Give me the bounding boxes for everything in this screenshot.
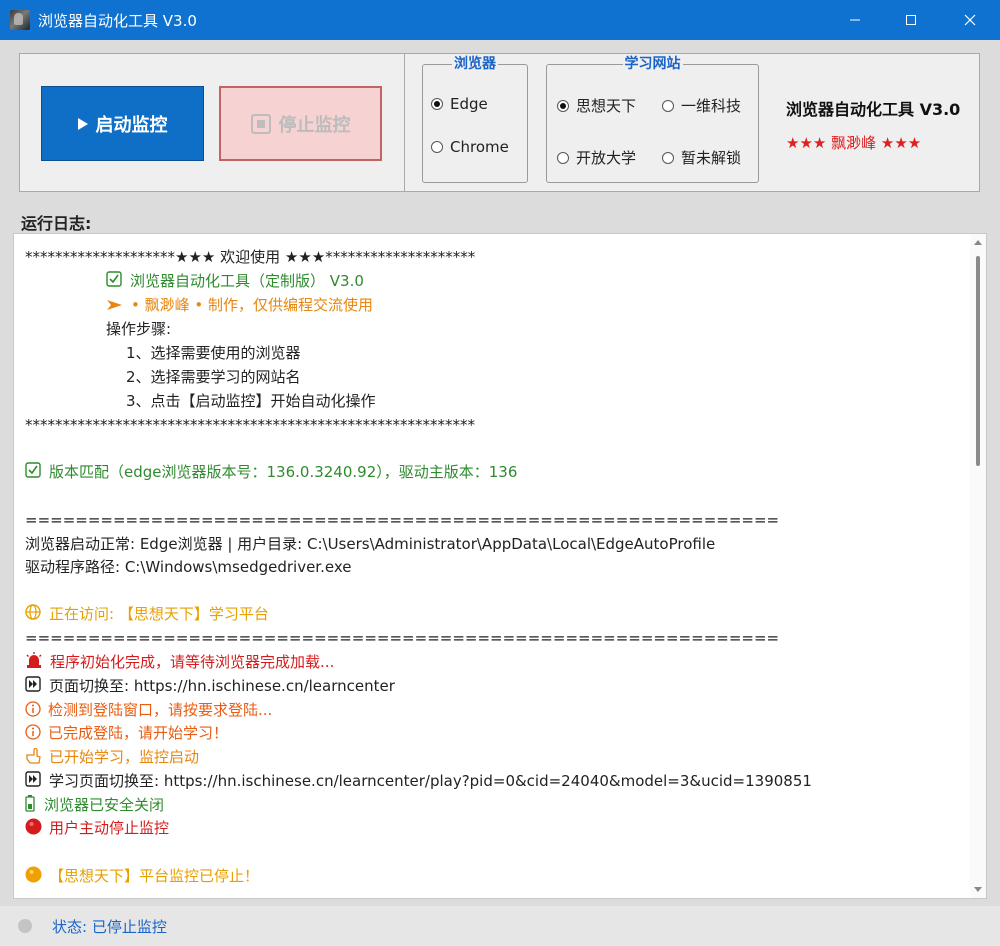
log-line: 操作步骤:: [106, 320, 172, 338]
app-icon: [10, 10, 30, 30]
start-monitor-label: 启动监控: [95, 114, 168, 136]
log-line: ********************★★★ 欢迎使用 ★★★********…: [25, 248, 476, 266]
radio-unselected-icon: [557, 151, 569, 164]
status-indicator-icon: [18, 919, 32, 933]
site-group: 学习网站 思想天下 一维科技 开放大学 暂未解锁: [546, 56, 759, 183]
alarm-light-icon: [26, 652, 42, 668]
radio-unselected-icon: [662, 99, 674, 112]
log-line: ****************************************…: [25, 416, 475, 434]
log-line: 已完成登陆，请开始学习！: [25, 723, 228, 743]
log-scrollbar[interactable]: [970, 234, 986, 898]
log-line: 1、选择需要使用的浏览器: [126, 344, 301, 362]
log-label: 运行日志:: [21, 214, 92, 233]
radio-edge[interactable]: Edge: [431, 95, 488, 113]
log-line: 学习页面切换至: https://hn.ischinese.cn/learnce…: [25, 771, 812, 791]
log-line: 用户主动停止监控: [25, 818, 169, 838]
browser-group: 浏览器 Edge Chrome: [422, 56, 528, 183]
log-line: ========================================…: [25, 629, 780, 647]
log-line: 已开始学习，监控启动: [25, 747, 199, 767]
radio-site-kaifang[interactable]: 开放大学: [557, 147, 636, 168]
minimize-icon: [850, 19, 860, 21]
title-bar: 浏览器自动化工具 V3.0: [0, 0, 1000, 40]
log-line: 检测到登陆窗口，请按要求登陆...: [25, 700, 272, 720]
log-line: 程序初始化完成，请等待浏览器完成加载...: [25, 652, 334, 672]
radio-site-label: 开放大学: [576, 149, 637, 167]
scroll-up-icon[interactable]: [974, 240, 982, 245]
radio-site-sixiang[interactable]: 思想天下: [557, 95, 636, 116]
status-text: 状态: 已停止监控: [52, 917, 167, 936]
radio-site-label: 暂未解锁: [681, 149, 742, 167]
window-title: 浏览器自动化工具 V3.0: [38, 11, 197, 30]
log-line: ========================================…: [25, 511, 780, 529]
orange-circle-icon: [25, 866, 42, 883]
stop-monitor-button[interactable]: 停止监控: [219, 86, 382, 161]
scroll-down-icon[interactable]: [974, 887, 982, 892]
radio-site-yiwei[interactable]: 一维科技: [662, 95, 741, 116]
battery-icon: [25, 795, 35, 812]
radio-selected-icon: [557, 99, 569, 112]
log-line: • 飘渺峰 • 制作，仅供编程交流使用: [106, 295, 373, 315]
log-line: 浏览器自动化工具（定制版） V3.0: [106, 271, 364, 291]
arrow-icon: [107, 300, 122, 310]
close-button[interactable]: [941, 0, 999, 40]
start-monitor-button[interactable]: 启动监控: [41, 86, 204, 161]
radio-chrome-label: Chrome: [450, 138, 509, 156]
status-bar: 状态: 已停止监控: [0, 906, 1000, 946]
scroll-thumb[interactable]: [976, 256, 980, 466]
browser-group-title: 浏览器: [452, 56, 498, 72]
checkbox-icon: [25, 462, 41, 478]
log-line: 浏览器已安全关闭: [25, 795, 164, 815]
maximize-icon: [906, 15, 916, 25]
log-line: 3、点击【启动监控】开始自动化操作: [126, 392, 376, 410]
play-icon: [77, 117, 88, 130]
log-line: 2、选择需要学习的网站名: [126, 368, 301, 386]
log-line: 正在访问: 【思想天下】学习平台: [25, 604, 269, 624]
control-panel: 启动监控 停止监控 浏览器 Edge Chrome 学习网站 思想天下 一维科技…: [19, 53, 980, 192]
fast-forward-icon: [25, 771, 41, 787]
checkbox-icon: [106, 271, 122, 287]
log-line: 驱动程序路径: C:\Windows\msedgedriver.exe: [25, 558, 352, 576]
radio-unselected-icon: [431, 141, 443, 153]
brand-name: 浏览器自动化工具 V3.0: [786, 100, 961, 119]
panel-divider: [404, 54, 405, 191]
minimize-button[interactable]: [826, 0, 884, 40]
maximize-button[interactable]: [882, 0, 940, 40]
log-line: 版本匹配（edge浏览器版本号：136.0.3240.92），驱动主版本：136: [25, 462, 517, 482]
pointing-hand-icon: [26, 747, 41, 764]
globe-icon: [25, 604, 41, 620]
fast-forward-icon: [25, 676, 41, 692]
radio-site-locked[interactable]: 暂未解锁: [662, 147, 741, 168]
radio-site-label: 思想天下: [576, 97, 637, 115]
info-icon: [25, 701, 41, 717]
stop-monitor-label: 停止监控: [278, 114, 351, 136]
log-line: 页面切换至: https://hn.ischinese.cn/learncent…: [25, 676, 395, 696]
red-circle-icon: [25, 818, 42, 835]
close-icon: [964, 14, 976, 26]
log-line: 浏览器启动正常: Edge浏览器 | 用户目录: C:\Users\Admini…: [25, 535, 716, 553]
radio-unselected-icon: [662, 151, 674, 164]
log-area[interactable]: ********************★★★ 欢迎使用 ★★★********…: [13, 233, 987, 899]
author-credit: ★★★ 飘渺峰 ★★★: [786, 134, 922, 152]
radio-chrome[interactable]: Chrome: [431, 138, 509, 156]
log-line: 【思想天下】平台监控已停止！: [25, 866, 259, 886]
radio-site-label: 一维科技: [681, 97, 742, 115]
radio-edge-label: Edge: [450, 95, 488, 113]
stop-icon: [250, 113, 271, 134]
site-group-title: 学习网站: [622, 56, 683, 72]
info-icon: [25, 724, 41, 740]
radio-selected-icon: [431, 98, 443, 110]
